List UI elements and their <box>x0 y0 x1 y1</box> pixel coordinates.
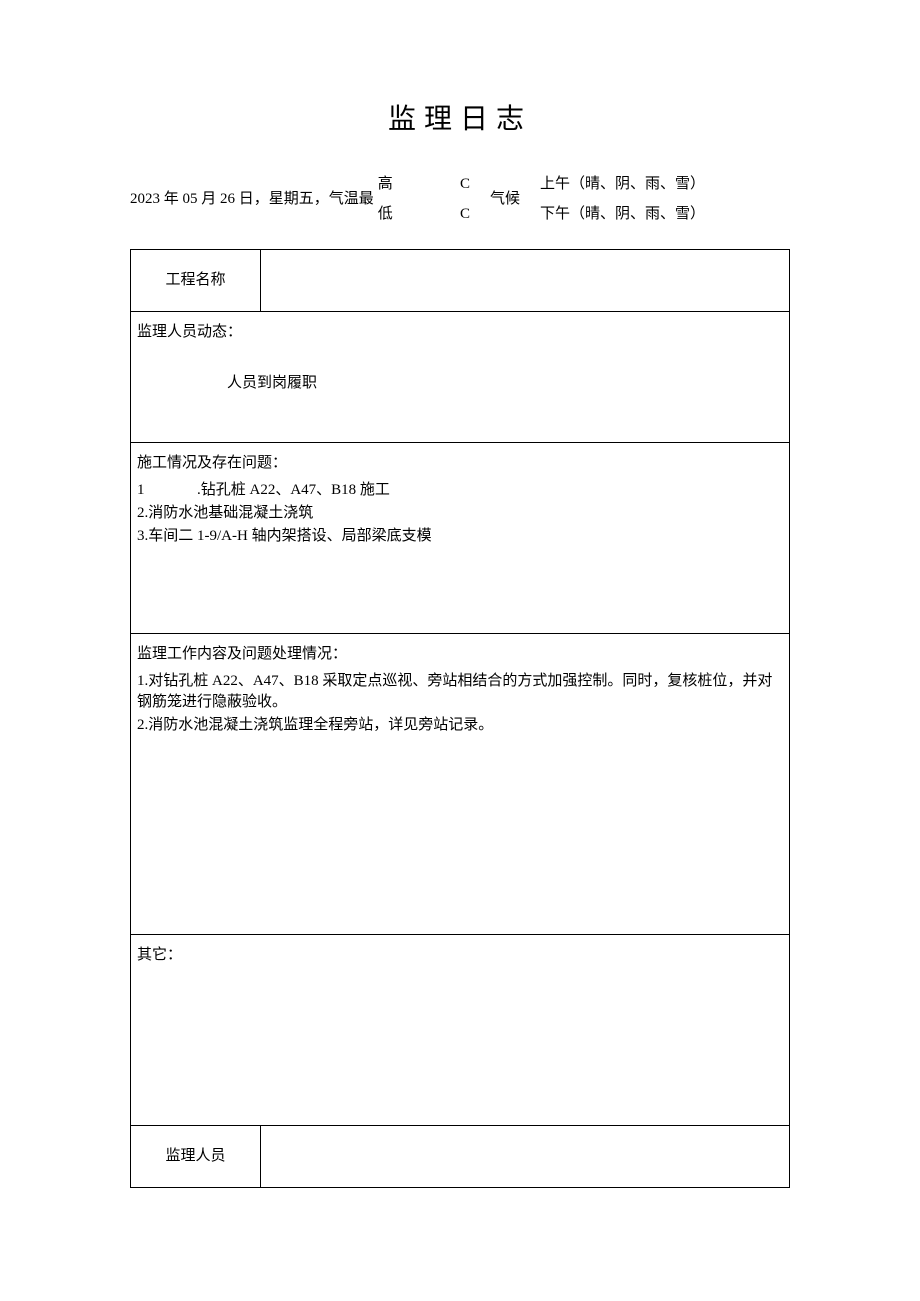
project-name-label: 工程名称 <box>131 250 261 311</box>
construction-title: 施工情况及存在问题： <box>137 453 783 474</box>
meta-row: 2023 年 05 月 26 日，星期五，气温最 高 低 C C 气候 上午（晴… <box>130 169 790 229</box>
supervisor-row: 监理人员 <box>131 1126 789 1187</box>
meta-left: 2023 年 05 月 26 日，星期五，气温最 高 低 <box>130 169 460 229</box>
c-column: C C <box>460 169 470 229</box>
c-label-top: C <box>460 169 470 199</box>
climate-label: 气候 <box>490 189 520 210</box>
construction-item-1-text: .钻孔桩 A22、A47、B18 施工 <box>197 480 390 501</box>
construction-item-1-num: 1 <box>137 480 149 501</box>
supervision-item-2: 2.消防水池混凝土浇筑监理全程旁站，详见旁站记录。 <box>137 715 783 736</box>
project-name-row: 工程名称 <box>131 250 789 312</box>
date-text: 2023 年 05 月 26 日，星期五，气温最 <box>130 189 374 210</box>
high-low-stack: 高 低 <box>378 169 393 229</box>
supervisor-value[interactable] <box>261 1126 789 1187</box>
meta-right: C C 气候 上午（晴、阴、雨、雪） 下午（晴、阴、雨、雪） <box>460 169 790 229</box>
other-title: 其它： <box>137 945 783 966</box>
page-title: 监理日志 <box>130 100 790 139</box>
supervision-item-1: 1.对钻孔桩 A22、A47、B18 采取定点巡视、旁站相结合的方式加强控制。同… <box>137 671 783 713</box>
temp-low-label: 低 <box>378 199 393 229</box>
construction-item-2: 2.消防水池基础混凝土浇筑 <box>137 503 783 524</box>
main-table: 工程名称 监理人员动态： 人员到岗履职 施工情况及存在问题： 1 .钻孔桩 A2… <box>130 249 790 1188</box>
afternoon-weather: 下午（晴、阴、雨、雪） <box>540 199 705 229</box>
supervisor-label: 监理人员 <box>131 1126 261 1187</box>
personnel-title: 监理人员动态： <box>137 322 783 343</box>
project-name-value[interactable] <box>261 250 789 311</box>
supervision-row: 监理工作内容及问题处理情况： 1.对钻孔桩 A22、A47、B18 采取定点巡视… <box>131 634 789 935</box>
other-row: 其它： <box>131 935 789 1126</box>
temp-high-label: 高 <box>378 169 393 199</box>
personnel-duty-text: 人员到岗履职 <box>137 373 783 394</box>
construction-row: 施工情况及存在问题： 1 .钻孔桩 A22、A47、B18 施工 2.消防水池基… <box>131 443 789 634</box>
personnel-row: 监理人员动态： 人员到岗履职 <box>131 312 789 443</box>
construction-item-1: 1 .钻孔桩 A22、A47、B18 施工 <box>137 480 783 501</box>
morning-weather: 上午（晴、阴、雨、雪） <box>540 169 705 199</box>
weather-column: 上午（晴、阴、雨、雪） 下午（晴、阴、雨、雪） <box>540 169 705 229</box>
construction-item-3: 3.车间二 1-9/A-H 轴内架搭设、局部梁底支模 <box>137 526 783 547</box>
c-label-bottom: C <box>460 199 470 229</box>
supervision-title: 监理工作内容及问题处理情况： <box>137 644 783 665</box>
